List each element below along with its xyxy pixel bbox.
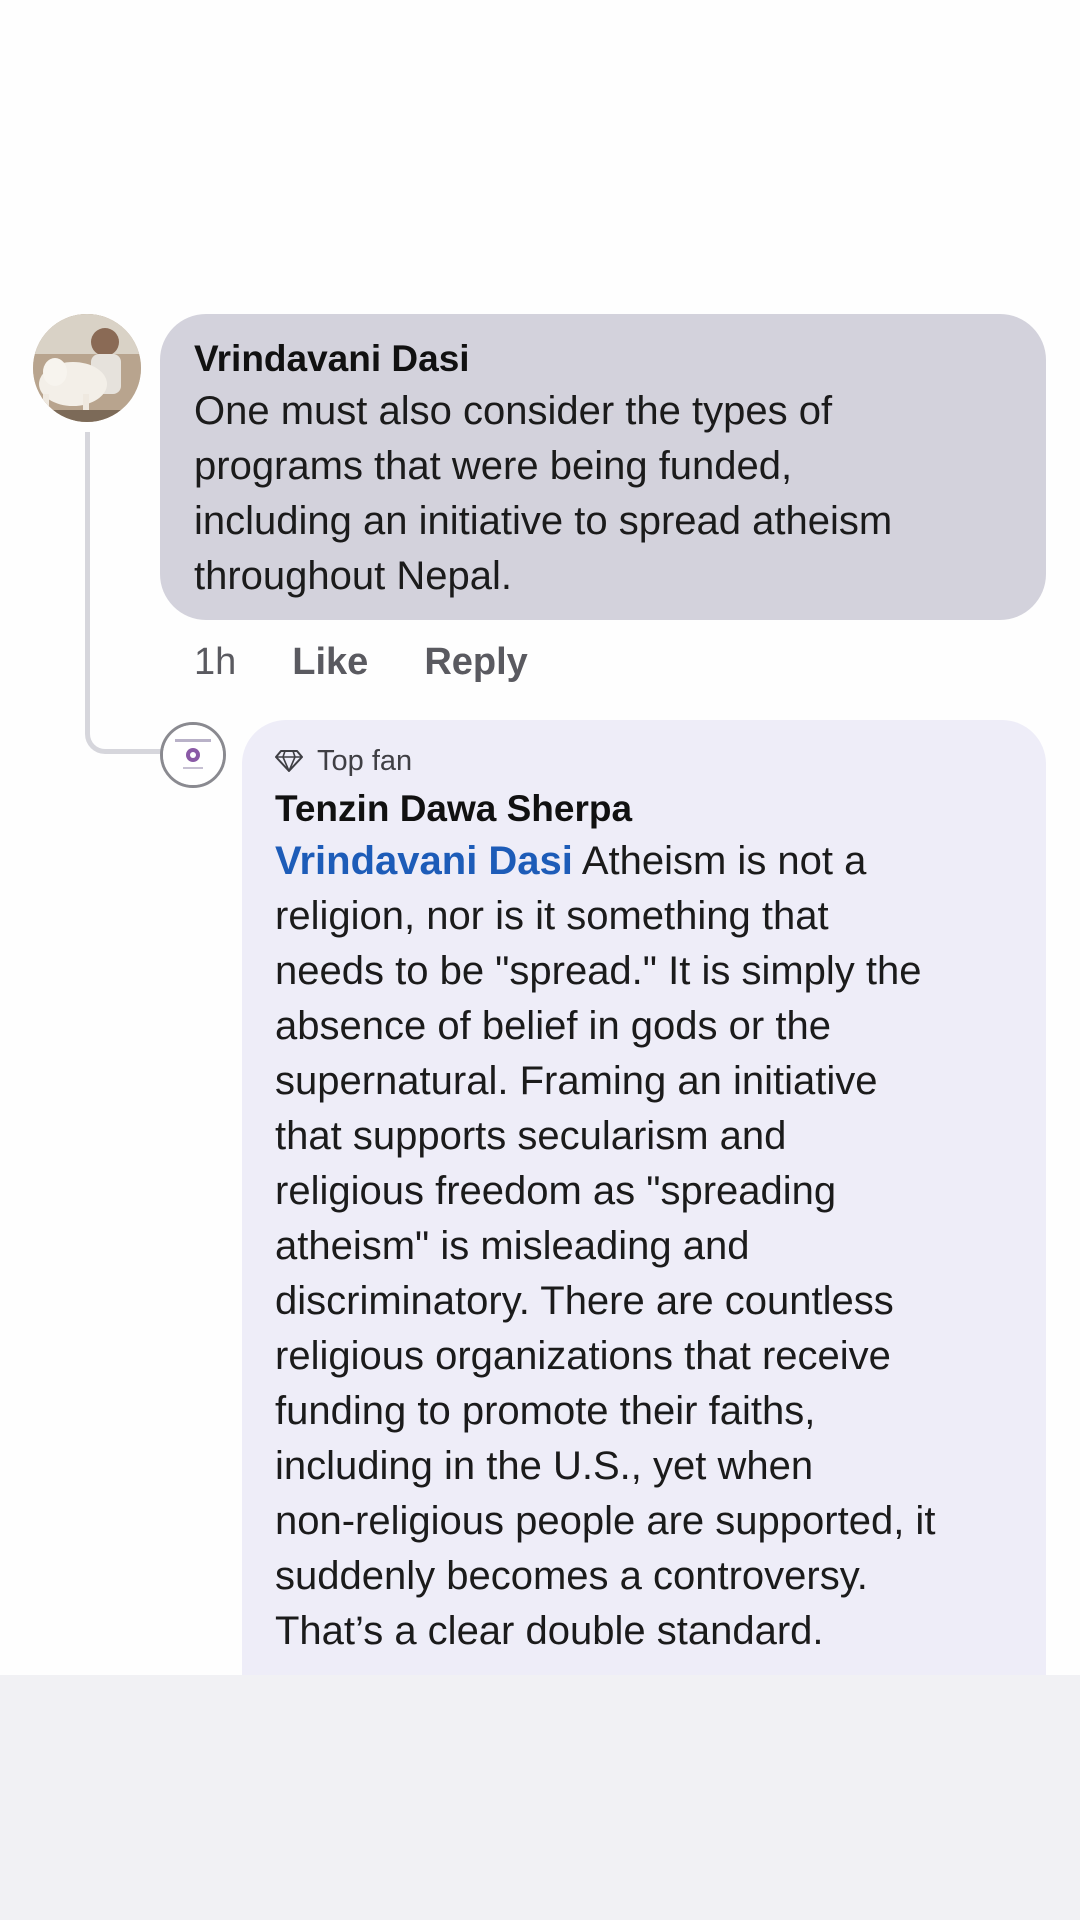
reply-line: Vrindavani Dasi Atheism is not a (275, 834, 1014, 889)
reply-line: funding to promote their faiths, (275, 1389, 816, 1433)
reply-button[interactable]: Reply (424, 641, 527, 684)
reply-line: non-religious people are supported, it (275, 1499, 936, 1543)
reply-line-rest: Atheism is not a (572, 839, 867, 883)
mention-link[interactable]: Vrindavani Dasi (275, 839, 573, 883)
comment-line: including an initiative to spread atheis… (194, 499, 893, 543)
comment-text: One must also consider the types of prog… (194, 384, 1012, 604)
comment-line: programs that were being funded, (194, 444, 793, 488)
comment-line: One must also consider the types of (194, 389, 833, 433)
reply-line: religious organizations that receive (275, 1334, 891, 1378)
comment-author[interactable]: Vrindavani Dasi (194, 334, 1012, 384)
comment-bubble[interactable]: Vrindavani Dasi One must also consider t… (160, 314, 1046, 620)
avatar-vrindavani-dasi[interactable] (33, 314, 141, 422)
bottom-area (0, 1675, 1080, 1920)
reply-line: that supports secularism and (275, 1114, 787, 1158)
badge-label: Top fan (317, 744, 413, 777)
reply-line: discriminatory. There are countless (275, 1279, 894, 1323)
reply-line: religious freedom as "spreading (275, 1169, 837, 1213)
reply-line: suddenly becomes a controversy. (275, 1554, 868, 1598)
comment-actions: 1h Like Reply (194, 634, 528, 690)
reply-line: That’s a clear double standard. (275, 1609, 824, 1653)
reply-line: including in the U.S., yet when (275, 1444, 814, 1488)
top-fan-badge: Top fan (275, 740, 1014, 782)
comment-line: throughout Nepal. (194, 554, 513, 598)
reply-author[interactable]: Tenzin Dawa Sherpa (275, 784, 1014, 834)
thread-connector (85, 432, 161, 754)
reply-line: needs to be "spread." It is simply the (275, 949, 922, 993)
comment-timestamp: 1h (194, 640, 237, 683)
avatar-tenzin-dawa-sherpa[interactable] (160, 722, 226, 788)
reply-line: absence of belief in gods or the (275, 1004, 831, 1048)
avatar-photo-icon (33, 314, 141, 422)
reply-line: religion, nor is it something that (275, 894, 829, 938)
reply-line: atheism" is misleading and (275, 1224, 750, 1268)
reply-bubble[interactable]: Top fan Tenzin Dawa Sherpa Vrindavani Da… (242, 720, 1046, 1710)
like-button[interactable]: Like (292, 641, 368, 684)
reply-text: Vrindavani Dasi Atheism is not a religio… (275, 834, 1014, 1659)
reply-line: supernatural. Framing an initiative (275, 1059, 878, 1103)
avatar-logo-icon (163, 725, 223, 785)
diamond-icon (275, 750, 303, 772)
